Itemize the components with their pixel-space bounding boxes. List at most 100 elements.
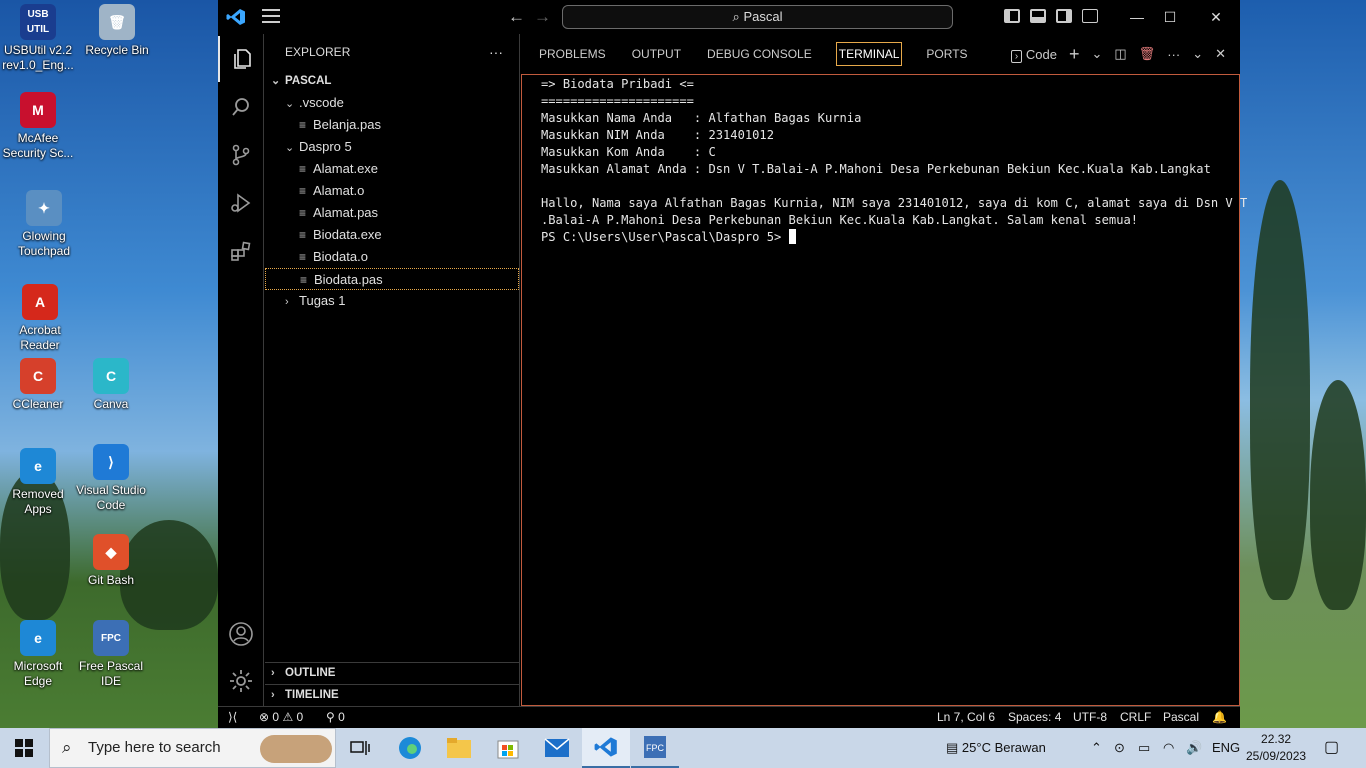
more-actions-icon[interactable]: ···: [489, 44, 503, 60]
free-pascal-taskbar-icon[interactable]: FPC: [631, 728, 679, 768]
close-panel-icon[interactable]: ✕: [1215, 46, 1226, 62]
desktop-shortcut[interactable]: USB UTIL USBUtil v2.2 rev1.0_Eng...: [0, 4, 76, 73]
tree-folder[interactable]: ⌄ Daspro 5: [265, 136, 519, 158]
desktop-shortcut[interactable]: e Removed Apps: [0, 448, 76, 517]
tree-file[interactable]: ≡ Biodata.o: [265, 246, 519, 268]
remote-indicator-icon[interactable]: ⟩⟨: [228, 707, 237, 728]
toggle-panel-icon[interactable]: [1030, 9, 1046, 23]
battery-icon[interactable]: ▭: [1138, 728, 1150, 768]
chevron-right-icon: ›: [271, 667, 275, 679]
terminal-profile-button[interactable]: › Code: [1010, 47, 1057, 63]
microsoft-store-icon[interactable]: [484, 728, 532, 768]
search-icon[interactable]: [218, 84, 264, 130]
tree-folder[interactable]: › Tugas 1: [265, 290, 519, 312]
cursor-position[interactable]: Ln 7, Col 6: [937, 707, 995, 728]
wifi-icon[interactable]: ◠: [1163, 728, 1174, 768]
hamburger-menu-icon[interactable]: [262, 9, 280, 23]
close-button[interactable]: ✕: [1201, 5, 1231, 29]
notification-center-icon[interactable]: ▢: [1324, 728, 1339, 768]
panel-tab-debug-console[interactable]: DEBUG CONSOLE: [705, 43, 814, 65]
end-of-line[interactable]: CRLF: [1120, 707, 1151, 728]
more-actions-icon[interactable]: ···: [1167, 47, 1180, 62]
back-arrow-icon[interactable]: ←: [508, 7, 525, 27]
indentation[interactable]: Spaces: 4: [1008, 707, 1061, 728]
maximize-button[interactable]: ☐: [1155, 5, 1185, 29]
run-debug-icon[interactable]: [218, 180, 264, 226]
panel-tab-ports[interactable]: PORTS: [924, 43, 969, 65]
tree-file[interactable]: ≡ Alamat.exe: [265, 158, 519, 180]
weather-widget[interactable]: ▤ 25°C Berawan: [946, 728, 1046, 768]
timeline-section[interactable]: › TIMELINE: [265, 684, 520, 706]
desktop-shortcut-label: McAfee Security Sc...: [2, 131, 74, 160]
mcafee-icon: M: [20, 92, 56, 128]
notifications-bell-icon[interactable]: 🔔: [1212, 707, 1227, 728]
clock-date: 25/09/2023: [1246, 749, 1307, 763]
workspace-root-label: PASCAL: [285, 75, 332, 87]
settings-gear-icon[interactable]: [218, 658, 264, 704]
desktop-shortcut[interactable]: A Acrobat Reader: [2, 284, 78, 353]
maximize-panel-icon[interactable]: ⌄: [1192, 46, 1203, 62]
desktop-shortcut[interactable]: ✦ Glowing Touchpad: [6, 190, 82, 259]
tree-item-label: Daspro 5: [299, 139, 352, 154]
problems-indicator[interactable]: ⊗ 0 ⚠ 0: [259, 707, 303, 728]
desktop-shortcut[interactable]: C Canva: [73, 358, 149, 412]
show-hidden-icons-icon[interactable]: ⌃: [1091, 728, 1102, 768]
extensions-icon[interactable]: [218, 228, 264, 274]
volume-icon[interactable]: 🔊: [1186, 728, 1202, 768]
panel-tab-output[interactable]: OUTPUT: [630, 43, 683, 65]
toggle-primary-sidebar-icon[interactable]: [1004, 9, 1020, 23]
input-language[interactable]: ENG: [1212, 728, 1240, 768]
meet-now-icon[interactable]: ⊙: [1114, 728, 1125, 768]
encoding[interactable]: UTF-8: [1073, 707, 1107, 728]
mail-icon[interactable]: [533, 728, 581, 768]
start-button[interactable]: [0, 728, 48, 768]
panel-tab-terminal[interactable]: TERMINAL: [835, 42, 903, 66]
taskbar-search-box[interactable]: ⌕ Type here to search: [49, 728, 336, 768]
explorer-files-icon[interactable]: [218, 36, 264, 82]
outline-section[interactable]: › OUTLINE: [265, 662, 520, 684]
tree-file[interactable]: ≡ Alamat.o: [265, 180, 519, 202]
trash-icon[interactable]: 🗑: [1139, 46, 1156, 62]
file-icon: ≡: [299, 162, 307, 176]
minimize-button[interactable]: —: [1122, 5, 1152, 29]
account-icon[interactable]: [218, 611, 264, 657]
vscode-taskbar-icon[interactable]: [582, 728, 630, 768]
usbutil-icon: USB UTIL: [20, 4, 56, 40]
tree-file[interactable]: ≡ Biodata.pas: [265, 268, 519, 290]
git-bash-icon: ◆: [93, 534, 129, 570]
language-mode[interactable]: Pascal: [1163, 707, 1199, 728]
tree-item-label: Belanja.pas: [313, 117, 381, 132]
clock[interactable]: 22.32 25/09/2023: [1246, 731, 1306, 765]
desktop-shortcut[interactable]: C CCleaner: [0, 358, 76, 412]
desktop-shortcut[interactable]: ⟩ Visual Studio Code: [73, 444, 149, 513]
tree-item-label: .vscode: [299, 95, 344, 110]
source-control-icon[interactable]: [218, 132, 264, 178]
file-explorer-icon[interactable]: [435, 728, 483, 768]
desktop-shortcut[interactable]: ◆ Git Bash: [73, 534, 149, 588]
forward-arrow-icon[interactable]: →: [534, 7, 551, 27]
new-terminal-icon[interactable]: +: [1069, 44, 1080, 65]
workspace-root-folder[interactable]: ⌄ PASCAL: [265, 70, 519, 92]
desktop-shortcut[interactable]: FPC Free Pascal IDE: [73, 620, 149, 689]
tree-file[interactable]: ≡ Biodata.exe: [265, 224, 519, 246]
tree-file[interactable]: ≡ Alamat.pas: [265, 202, 519, 224]
terminal-output[interactable]: => Biodata Pribadi <= ===================…: [521, 74, 1247, 706]
panel-actions: › Code + ⌄ ◫ 🗑 ··· ⌄ ✕: [1010, 34, 1240, 74]
tree-folder[interactable]: ⌄ .vscode: [265, 92, 519, 114]
desktop-shortcut[interactable]: 🗑 Recycle Bin: [79, 4, 155, 58]
customize-layout-icon[interactable]: [1082, 9, 1098, 23]
desktop-shortcut[interactable]: e Microsoft Edge: [0, 620, 76, 689]
desktop-shortcut[interactable]: M McAfee Security Sc...: [0, 92, 76, 161]
panel-tab-problems[interactable]: PROBLEMS: [537, 43, 608, 65]
command-center-search[interactable]: ⌕ Pascal: [562, 5, 953, 29]
toggle-secondary-sidebar-icon[interactable]: [1056, 9, 1072, 23]
ports-indicator[interactable]: ⚲ 0: [326, 707, 345, 728]
desktop-shortcut-label: USBUtil v2.2 rev1.0_Eng...: [2, 43, 74, 72]
split-terminal-icon[interactable]: ◫: [1114, 46, 1126, 62]
ccleaner-icon: C: [20, 358, 56, 394]
chevron-down-icon[interactable]: ⌄: [1091, 46, 1102, 62]
task-view-icon[interactable]: [336, 728, 384, 768]
edge-taskbar-icon[interactable]: [386, 728, 434, 768]
touchpad-icon: ✦: [26, 190, 62, 226]
tree-file[interactable]: ≡ Belanja.pas: [265, 114, 519, 136]
